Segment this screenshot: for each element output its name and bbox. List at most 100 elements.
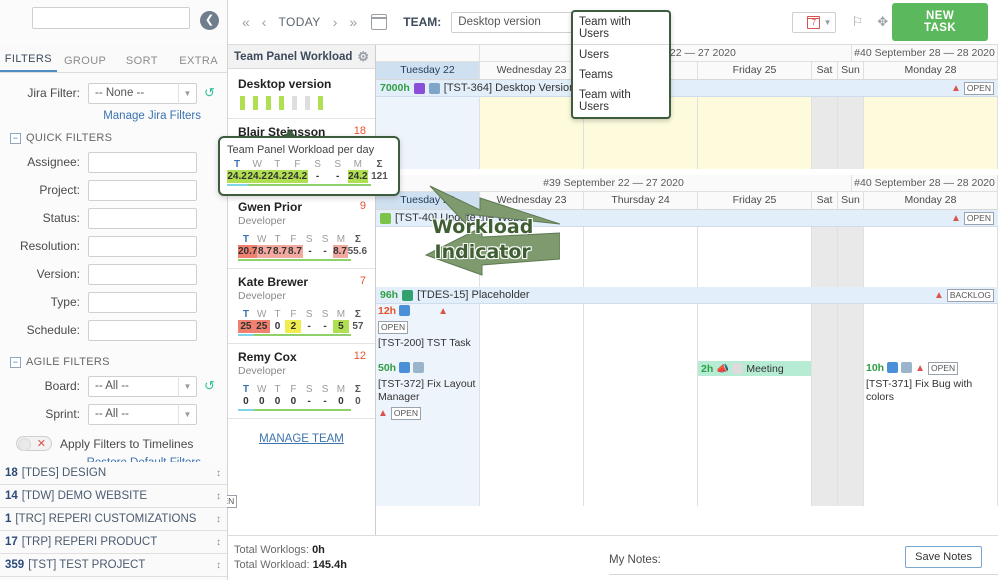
date-picker-button[interactable]: 7 ▼	[792, 11, 836, 33]
dropdown-current-value[interactable]: Team with Users	[573, 12, 669, 45]
gear-icon[interactable]: ⚙	[357, 49, 369, 65]
quick-filters-section-header[interactable]: − QUICK FILTERS	[6, 128, 217, 150]
project-row-trp[interactable]: 17 [TRP] REPERI PRODUCT ↕	[0, 531, 227, 554]
day-column-header[interactable]: Wednesday 23	[480, 62, 584, 79]
save-notes-button[interactable]: Save Notes	[905, 546, 982, 568]
user-workload-table: T W T F S S M Σ 25 25 0 2 - - 5 57	[238, 309, 367, 336]
grid-cell[interactable]: 12h ▲ OPEN [TST-200] TST Task	[376, 304, 480, 361]
gantt-summary-bar[interactable]: [TST-40] Update the Website ▲ OPEN	[376, 210, 998, 227]
grid-cell[interactable]	[698, 304, 812, 361]
day-column-header[interactable]: Wednesday 23	[480, 192, 584, 209]
board-select[interactable]: -- All -- ▼	[88, 375, 197, 397]
nav-first-icon[interactable]: «	[238, 14, 254, 30]
grid-cell[interactable]: 2h 📣 Meeting	[698, 361, 812, 506]
tab-extra[interactable]: EXTRA	[170, 55, 227, 72]
grid-cell[interactable]	[480, 361, 584, 506]
grid-cell[interactable]	[838, 304, 864, 361]
grid-cell[interactable]	[864, 227, 998, 287]
project-row-trc[interactable]: 1 [TRC] REPERI CUSTOMIZATIONS ↕	[0, 508, 227, 531]
new-task-button[interactable]: NEW TASK	[892, 3, 988, 41]
day-column-header[interactable]: Sat	[812, 62, 838, 79]
project-field[interactable]	[88, 179, 197, 201]
grid-cell[interactable]	[838, 361, 864, 506]
gantt-task-chip[interactable]: 10h ▲ OPEN [TST-371] Fix Bug with colors	[864, 361, 997, 405]
grid-cell[interactable]	[864, 304, 998, 361]
grid-cell[interactable]: 10h ▲ OPEN [TST-371] Fix Bug with colors	[864, 361, 998, 506]
day-column-header[interactable]: Monday 28	[864, 62, 998, 79]
gantt-task-chip[interactable]: 50h [TST-372] Fix Layout Manager ▲ OPEN	[376, 361, 479, 421]
sort-handle-icon[interactable]: ↕	[216, 514, 221, 525]
day-column-header[interactable]: Friday 25	[698, 192, 812, 209]
grid-cell[interactable]	[584, 361, 698, 506]
project-row-tdes[interactable]: 18 [TDES] DESIGN ↕	[0, 462, 227, 485]
team-user-row[interactable]: Remy Cox Developer 12 T W T F S S M Σ 0 …	[228, 344, 375, 419]
refresh-jira-filters-icon[interactable]: ↺	[202, 85, 217, 101]
project-row-tdw[interactable]: 14 [TDW] DEMO WEBSITE ↕	[0, 485, 227, 508]
status-field[interactable]	[88, 207, 197, 229]
manage-team-link[interactable]: MANAGE TEAM	[259, 433, 344, 445]
grid-cell[interactable]	[376, 227, 480, 287]
grid-cell[interactable]	[480, 227, 584, 287]
dropdown-item-teams[interactable]: Teams	[573, 65, 669, 85]
grid-cell[interactable]: 50h [TST-372] Fix Layout Manager ▲ OPEN	[376, 361, 480, 506]
sprint-select[interactable]: -- All -- ▼	[88, 403, 197, 425]
team-user-row[interactable]: Kate Brewer Developer 7 T W T F S S M Σ …	[228, 269, 375, 344]
type-field[interactable]	[88, 291, 197, 313]
jira-filter-select[interactable]: -- None -- ▼	[88, 82, 197, 104]
agile-filters-section-header[interactable]: − AGILE FILTERS	[6, 346, 217, 374]
collapse-sidebar-icon[interactable]: ❮	[200, 11, 219, 30]
refresh-boards-icon[interactable]: ↺	[202, 378, 217, 394]
grid-cell[interactable]	[812, 97, 838, 169]
grid-cell[interactable]	[812, 361, 838, 506]
day-column-header[interactable]: Sun	[838, 62, 864, 79]
sort-handle-icon[interactable]: ↕	[216, 560, 221, 571]
nav-next-icon[interactable]: ›	[329, 14, 342, 30]
search-input[interactable]	[32, 7, 190, 29]
sort-handle-icon[interactable]: ↕	[216, 537, 221, 548]
grid-cell[interactable]	[838, 227, 864, 287]
grid-cell[interactable]	[698, 227, 812, 287]
sort-handle-icon[interactable]: ↕	[216, 491, 221, 502]
grid-cell[interactable]	[480, 97, 584, 169]
my-notes-input[interactable]	[609, 574, 998, 575]
fullscreen-icon[interactable]: ✥	[877, 14, 888, 30]
day-column-header[interactable]: Tuesday 22	[376, 62, 480, 79]
team-group-row[interactable]: Desktop version	[228, 69, 375, 119]
gantt-meeting-chip[interactable]: 2h 📣 Meeting	[698, 361, 811, 376]
grid-cell[interactable]	[838, 97, 864, 169]
apply-filters-toggle[interactable]: ✕	[16, 436, 52, 451]
tab-group[interactable]: GROUP	[57, 55, 114, 72]
grid-cell[interactable]	[812, 304, 838, 361]
grid-cell[interactable]	[584, 304, 698, 361]
schedule-field[interactable]	[88, 319, 197, 341]
resolution-field[interactable]	[88, 235, 197, 257]
assignee-field[interactable]	[88, 151, 197, 173]
grid-cell[interactable]	[480, 304, 584, 361]
gantt-summary-bar[interactable]: 7000h [TST-364] Desktop Version ▲ OPEN	[376, 80, 998, 97]
flag-icon[interactable]: ⚐	[852, 14, 864, 30]
team-user-row[interactable]: Gwen Prior Developer 9 T W T F S S M Σ 2…	[228, 194, 375, 269]
tab-filters[interactable]: FILTERS	[0, 53, 57, 72]
grid-cell[interactable]	[698, 97, 812, 169]
dropdown-item-users[interactable]: Users	[573, 45, 669, 65]
dropdown-item-team-with-users[interactable]: Team with Users	[573, 85, 669, 117]
gantt-summary-bar[interactable]: 96h [TDES-15] Placeholder ▲ BACKLOG	[376, 287, 998, 304]
project-row-tst[interactable]: 359 [TST] TEST PROJECT ↕	[0, 554, 227, 577]
grid-cell[interactable]	[864, 97, 998, 169]
calendar-icon[interactable]	[371, 14, 388, 30]
gantt-task-chip[interactable]: 12h ▲ OPEN [TST-200] TST Task	[376, 304, 479, 351]
day-column-header[interactable]: Sun	[838, 192, 864, 209]
grid-cell[interactable]	[812, 227, 838, 287]
grid-cell[interactable]	[584, 227, 698, 287]
version-field[interactable]	[88, 263, 197, 285]
day-column-header[interactable]: Sat	[812, 192, 838, 209]
sort-handle-icon[interactable]: ↕	[216, 468, 221, 479]
day-column-header[interactable]: Monday 28	[864, 192, 998, 209]
day-column-header[interactable]: Friday 25	[698, 62, 812, 79]
nav-last-icon[interactable]: »	[345, 14, 361, 30]
day-column-header[interactable]: Thursday 24	[584, 192, 698, 209]
today-button[interactable]: TODAY	[274, 15, 324, 29]
nav-prev-icon[interactable]: ‹	[258, 14, 271, 30]
tab-sort[interactable]: SORT	[114, 55, 171, 72]
manage-jira-filters-link[interactable]: Manage Jira Filters	[6, 109, 217, 128]
